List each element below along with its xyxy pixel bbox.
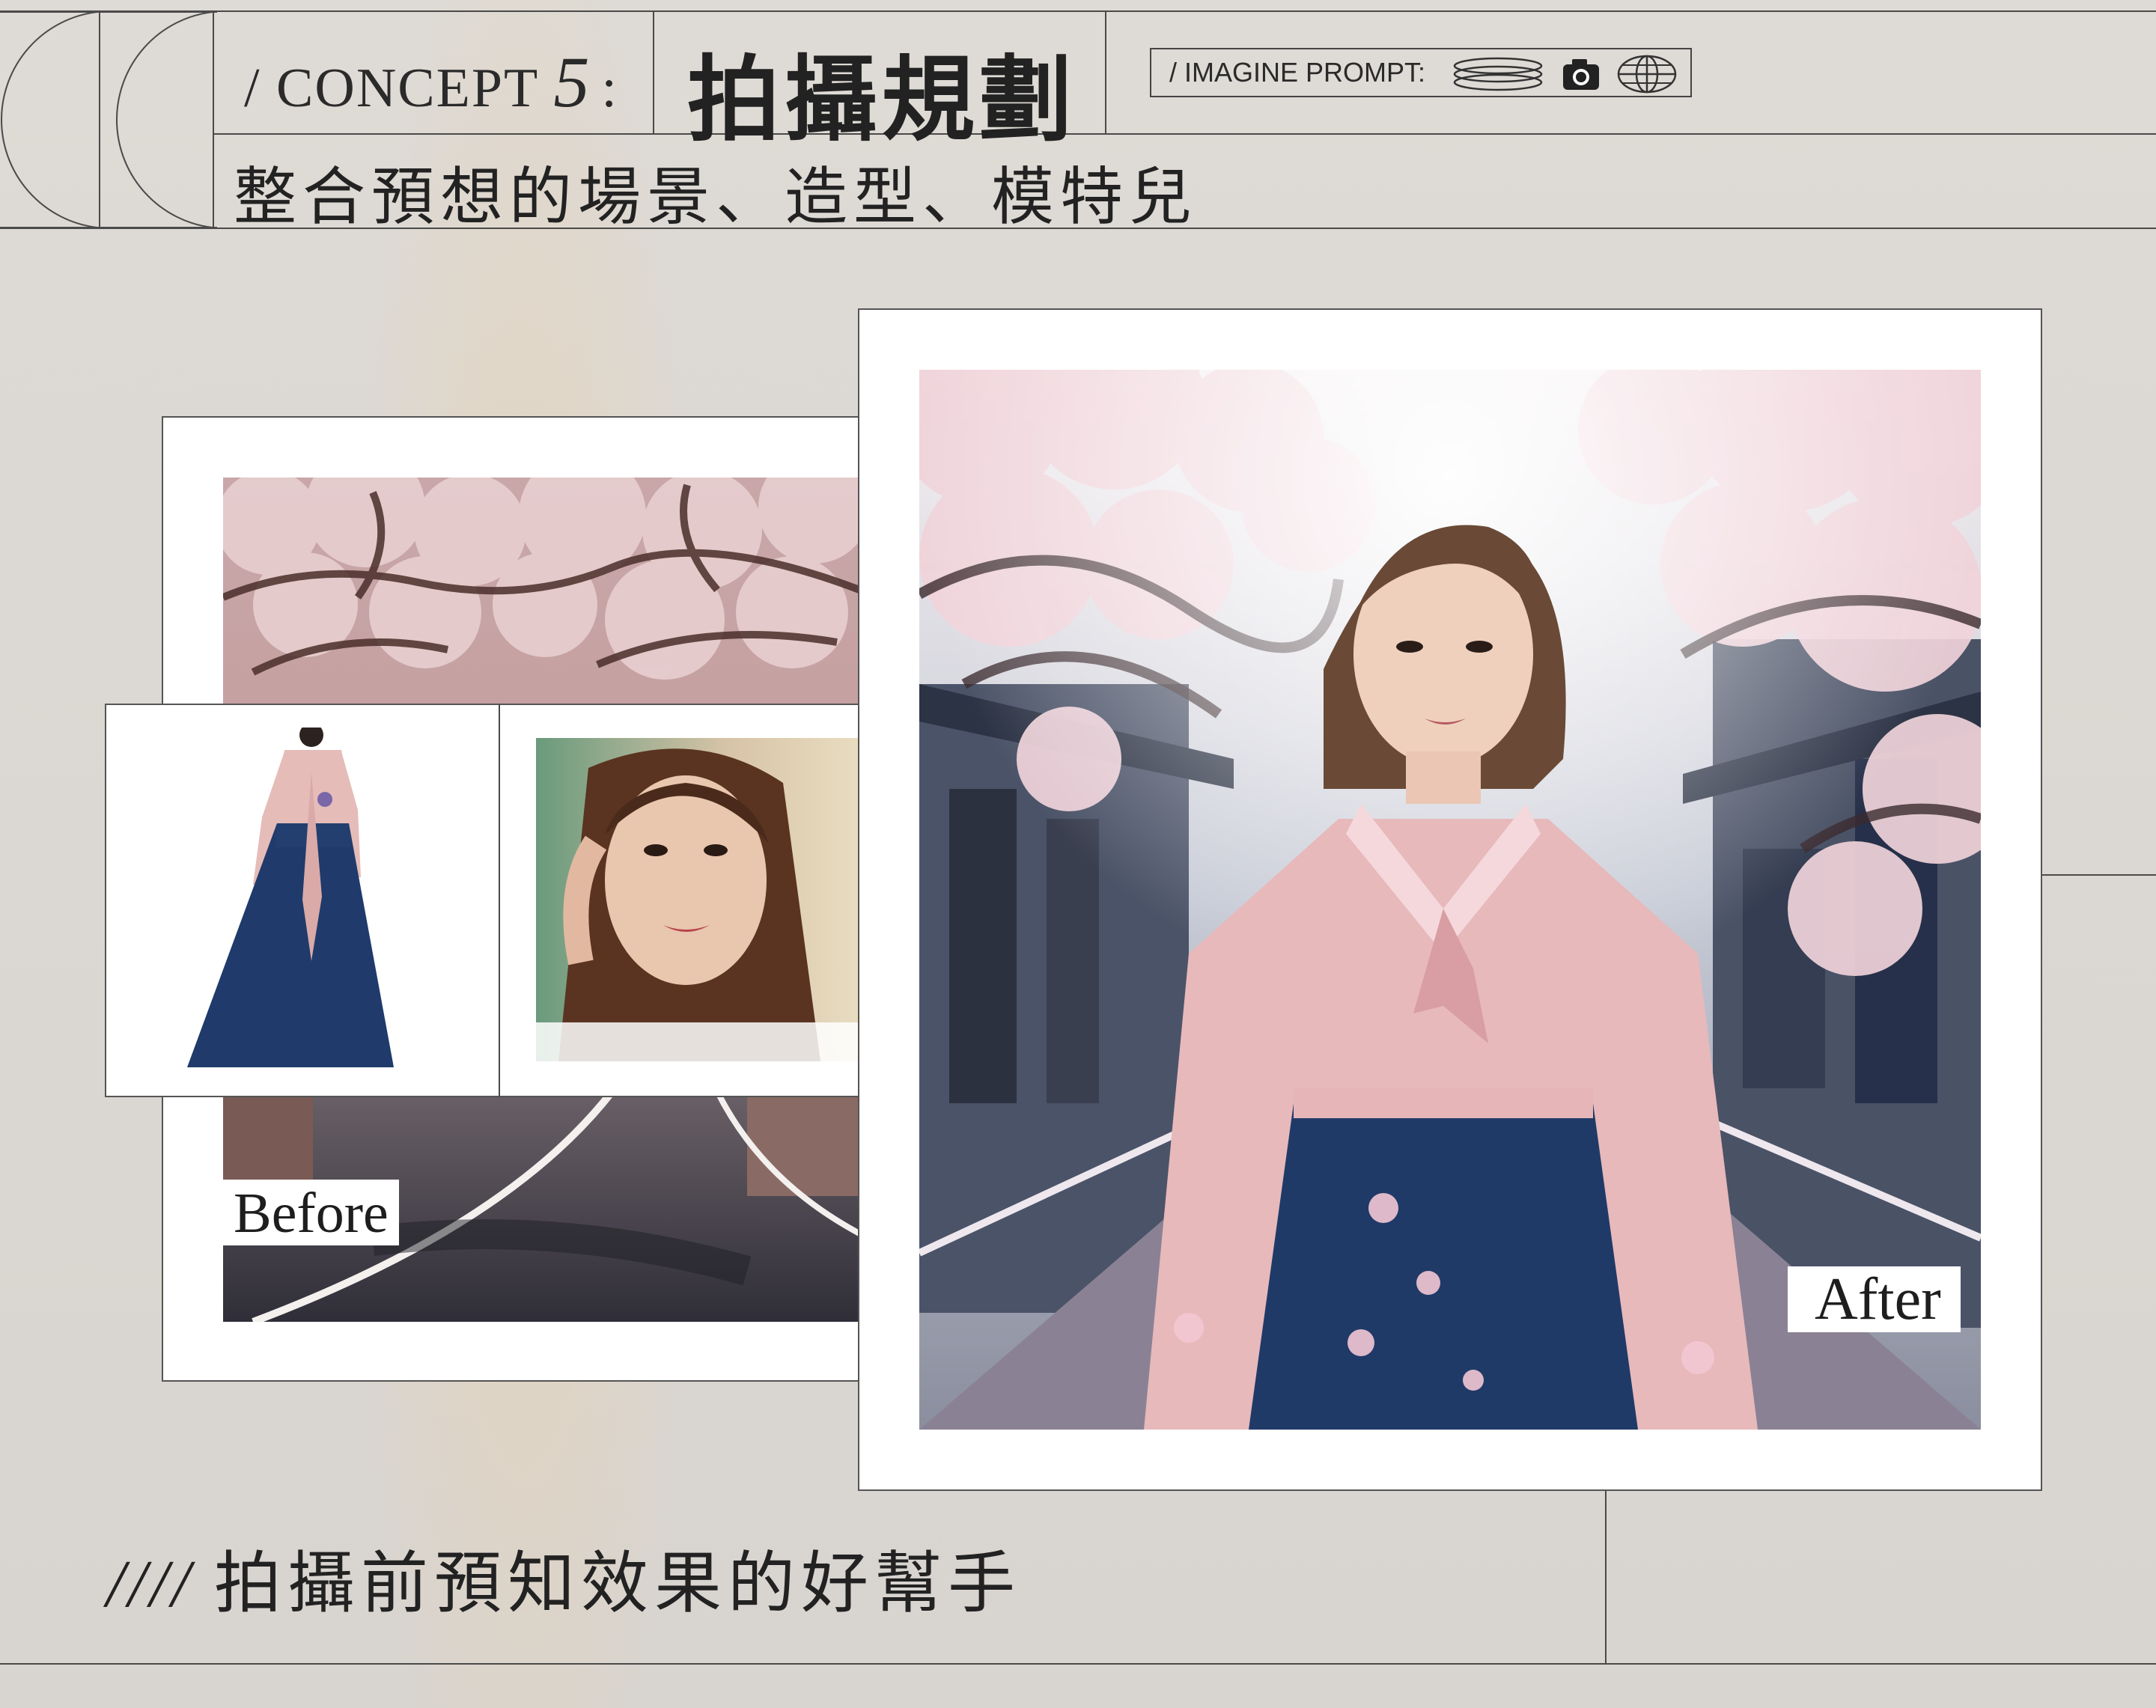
concept-label: / CONCEPT 5: bbox=[244, 40, 618, 123]
concept-colon: : bbox=[601, 58, 618, 119]
header-divider bbox=[99, 10, 100, 229]
after-label: After bbox=[1788, 1266, 1961, 1332]
slide-canvas: / CONCEPT 5: 拍攝規劃 整合預想的場景、造型、模特兒 / IMAGI… bbox=[0, 0, 2156, 1708]
header-top-rule bbox=[0, 10, 2156, 12]
concept-number: 5 bbox=[553, 42, 591, 122]
globe-icon bbox=[1617, 55, 1677, 94]
header-divider bbox=[213, 10, 214, 229]
imagine-prompt-box: / IMAGINE PROMPT: bbox=[1150, 48, 1692, 97]
concept-prefix: / CONCEPT bbox=[244, 58, 538, 119]
header-mid-rule bbox=[213, 133, 2156, 135]
model-portrait-photo bbox=[536, 738, 858, 1061]
footer-tagline: //// 拍攝前預知效果的好幫手 bbox=[106, 1528, 1021, 1626]
header-divider bbox=[653, 10, 654, 135]
page-title: 拍攝規劃 bbox=[687, 46, 1077, 154]
strip-divider bbox=[499, 704, 500, 1097]
footer-tagline-text: 拍攝前預知效果的好幫手 bbox=[214, 1544, 1022, 1623]
arc-ornament-icon bbox=[0, 11, 217, 228]
decor-rule bbox=[1605, 1489, 1607, 1663]
footer-rule bbox=[0, 1663, 2156, 1665]
header-bar: / CONCEPT 5: 拍攝規劃 整合預想的場景、造型、模特兒 / IMAGI… bbox=[0, 10, 2156, 234]
before-label: Before bbox=[223, 1180, 399, 1245]
hanbok-dress-photo bbox=[165, 728, 442, 1072]
prompt-label: / IMAGINE PROMPT: bbox=[1169, 57, 1426, 88]
stacked-lines-icon bbox=[1453, 57, 1543, 91]
header-divider bbox=[1105, 10, 1106, 135]
camera-icon bbox=[1563, 59, 1599, 90]
footer-slashes: //// bbox=[106, 1547, 194, 1621]
page-subtitle: 整合預想的場景、造型、模特兒 bbox=[234, 160, 1199, 234]
decor-rule bbox=[2041, 874, 2156, 876]
